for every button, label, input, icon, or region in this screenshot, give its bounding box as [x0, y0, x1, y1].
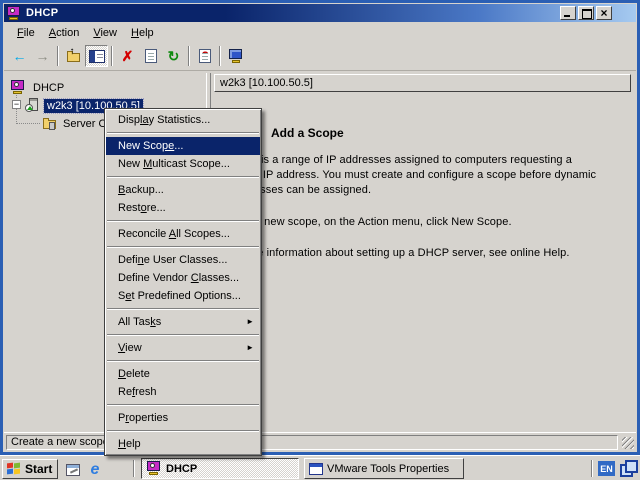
resize-grip[interactable] [622, 437, 634, 449]
menu-separator [107, 404, 259, 406]
help-icon: ? [199, 49, 211, 63]
delete-button[interactable]: ✗ [116, 45, 139, 67]
menubar-item-help[interactable]: Help [124, 25, 161, 41]
dhcp-console-icon [10, 80, 26, 95]
taskbar-separator [591, 460, 593, 477]
dhcp-console-icon [6, 6, 22, 21]
context-menu-item-properties[interactable]: Properties [106, 409, 260, 427]
context-menu-item-all-tasks[interactable]: All Tasks► [106, 313, 260, 331]
taskbar-button-vmware-tools-properties[interactable]: VMware Tools Properties [304, 458, 464, 479]
help-button[interactable]: ? [193, 45, 216, 67]
menu-separator [107, 360, 259, 362]
show-hide-tree-icon [89, 50, 105, 63]
show-desktop-icon [66, 464, 80, 476]
menubar-item-file[interactable]: File [10, 25, 42, 41]
console-body: DHCP−w2k3 [10.100.50.5]Server Options w2… [4, 71, 636, 431]
details-paragraph: For more information about setting up a … [218, 246, 636, 261]
details-heading: Add a Scope [271, 126, 344, 140]
menu-separator [107, 334, 259, 336]
windows-flag-icon [6, 462, 22, 476]
screen: DHCP × FileActionViewHelp ←→↑✗↻? DHCP−w2… [0, 0, 640, 480]
context-menu-item-display-statistics[interactable]: Display Statistics... [106, 111, 260, 129]
folder-icon [42, 116, 58, 131]
menubar-item-action[interactable]: Action [42, 25, 87, 41]
maximize-button[interactable] [578, 6, 594, 20]
tree-item-label: DHCP [30, 81, 67, 95]
submenu-arrow-icon: ► [246, 313, 254, 331]
show-hide-console-tree-button[interactable] [85, 45, 108, 67]
menu-bar: FileActionViewHelp [4, 23, 636, 42]
dhcp-console-window: DHCP × FileActionViewHelp ←→↑✗↻? DHCP−w2… [0, 0, 640, 455]
refresh-button[interactable]: ↻ [162, 45, 185, 67]
context-menu-item-help[interactable]: Help [106, 435, 260, 453]
context-menu-item-new-multicast-scope[interactable]: New Multicast Scope... [106, 155, 260, 173]
tree-expander[interactable]: − [12, 100, 21, 109]
start-button[interactable]: Start [2, 459, 58, 479]
menubar-item-view[interactable]: View [86, 25, 124, 41]
console-window-button[interactable] [224, 45, 247, 67]
context-menu-item-backup[interactable]: Backup... [106, 181, 260, 199]
language-indicator[interactable]: EN [598, 461, 615, 476]
start-label: Start [25, 462, 52, 476]
minimize-button[interactable] [560, 6, 576, 20]
taskbar-separator [133, 460, 135, 477]
taskbar-button-label: VMware Tools Properties [327, 463, 449, 475]
window-icon [309, 463, 323, 475]
toolbar-separator [188, 46, 190, 66]
context-menu: Display Statistics... New Scope...New Mul… [104, 108, 262, 456]
back-icon: ← [13, 49, 27, 63]
taskbar-button-dhcp[interactable]: DHCP [141, 458, 299, 479]
dhcp-console-icon [146, 461, 162, 476]
status-text: Create a new scope [11, 436, 109, 448]
taskbar: Start e DHCP VMware Tools Properties EN [0, 455, 640, 480]
monitor-icon [228, 49, 244, 64]
menu-separator [107, 246, 259, 248]
context-menu-item-define-user-classes[interactable]: Define User Classes... [106, 251, 260, 269]
back-button[interactable]: ← [8, 45, 31, 67]
forward-icon: → [36, 49, 50, 63]
context-menu-item-delete[interactable]: Delete [106, 365, 260, 383]
details-paragraph: A scope is a range of IP addresses assig… [218, 153, 636, 198]
toolbar-separator [111, 46, 113, 66]
title-bar[interactable]: DHCP × [4, 4, 636, 22]
toolbar-separator [219, 46, 221, 66]
submenu-arrow-icon: ► [246, 339, 254, 357]
forward-button[interactable]: → [31, 45, 54, 67]
context-menu-item-reconcile-all-scopes[interactable]: Reconcile All Scopes... [106, 225, 260, 243]
context-menu-item-restore[interactable]: Restore... [106, 199, 260, 217]
properties-button[interactable] [139, 45, 162, 67]
internet-explorer-icon: e [91, 462, 100, 477]
taskbar-button-label: DHCP [166, 463, 197, 475]
delete-icon: ✗ [122, 49, 134, 63]
up-one-level-icon: ↑ [66, 49, 82, 64]
up-one-level-button[interactable]: ↑ [62, 45, 85, 67]
details-pane-header: w2k3 [10.100.50.5] [214, 74, 631, 92]
close-button[interactable]: × [596, 6, 612, 20]
context-menu-item-define-vendor-classes[interactable]: Define Vendor Classes... [106, 269, 260, 287]
quick-launch-internet-explorer-icon[interactable]: e [86, 460, 104, 478]
window-title: DHCP [26, 7, 58, 19]
menu-separator [107, 176, 259, 178]
menu-separator [107, 132, 259, 134]
status-panel: Create a new scope [6, 435, 618, 450]
context-menu-item-refresh[interactable]: Refresh [106, 383, 260, 401]
vmware-tools-icon[interactable] [620, 460, 635, 474]
menu-separator [107, 430, 259, 432]
toolbar-separator [57, 46, 59, 66]
properties-icon [145, 49, 157, 63]
server-icon [26, 98, 42, 113]
details-pane: w2k3 [10.100.50.5] Add a Scope A scope i… [211, 71, 634, 429]
status-bar: Create a new scope [4, 432, 636, 451]
tree-item-dhcp[interactable]: DHCP [10, 79, 67, 96]
details-paragraph: To add a new scope, on the Action menu, … [218, 215, 636, 230]
caption-buttons: × [560, 6, 612, 20]
quick-launch-show-desktop-icon[interactable] [64, 460, 82, 478]
context-menu-item-view[interactable]: View► [106, 339, 260, 357]
refresh-icon: ↻ [168, 49, 180, 63]
context-menu-item-new-scope[interactable]: New Scope... [106, 137, 260, 155]
toolbar: ← → ↑ ✗ ↻? [4, 42, 636, 71]
menu-separator [107, 308, 259, 310]
menu-separator [107, 220, 259, 222]
context-menu-item-set-predefined-options[interactable]: Set Predefined Options... [106, 287, 260, 305]
